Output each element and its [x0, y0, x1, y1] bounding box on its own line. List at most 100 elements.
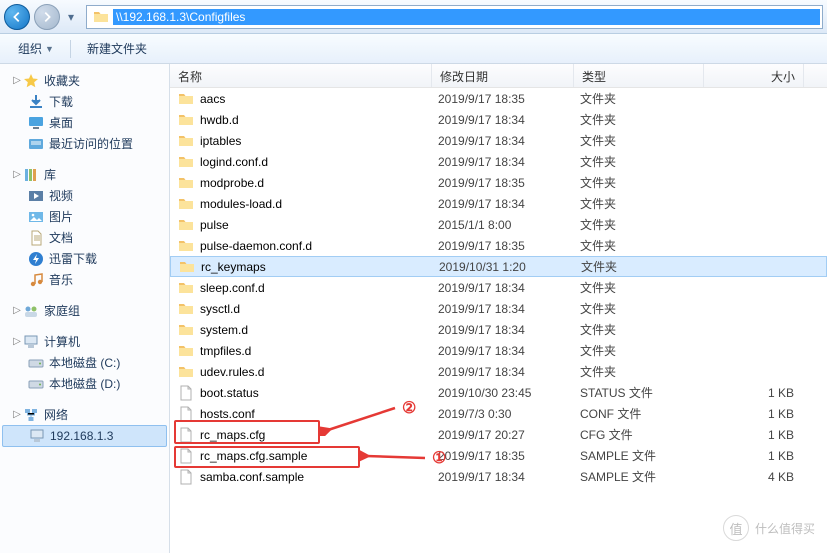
- folder-row[interactable]: tmpfiles.d2019/9/17 18:34文件夹: [170, 340, 827, 361]
- sidebar-item-libraries-1[interactable]: 图片: [2, 206, 167, 227]
- sidebar-item-computer-1[interactable]: 本地磁盘 (D:): [2, 373, 167, 394]
- new-folder-button[interactable]: 新建文件夹: [79, 36, 155, 61]
- folder-row[interactable]: rc_keymaps2019/10/31 1:20文件夹: [170, 256, 827, 277]
- file-name: logind.conf.d: [200, 155, 438, 169]
- sidebar-item-label: 192.168.1.3: [50, 429, 113, 443]
- file-type: 文件夹: [580, 342, 710, 359]
- sidebar-item-label: 本地磁盘 (C:): [49, 354, 120, 371]
- file-type: SAMPLE 文件: [580, 447, 710, 464]
- sidebar-item-label: 文档: [49, 229, 73, 246]
- file-date: 2019/9/17 18:34: [438, 113, 580, 127]
- address-path: \\192.168.1.3\Configfiles: [113, 9, 820, 25]
- sidebar-libraries[interactable]: ▷库: [2, 164, 167, 185]
- watermark-badge: 值: [723, 515, 749, 541]
- folder-row[interactable]: system.d2019/9/17 18:34文件夹: [170, 319, 827, 340]
- file-row[interactable]: boot.status2019/10/30 23:45STATUS 文件1 KB: [170, 382, 827, 403]
- file-row[interactable]: hosts.conf2019/7/3 0:30CONF 文件1 KB: [170, 403, 827, 424]
- sidebar-item-label: 最近访问的位置: [49, 135, 133, 152]
- sidebar-item-label: 视频: [49, 187, 73, 204]
- folder-row[interactable]: sysctl.d2019/9/17 18:34文件夹: [170, 298, 827, 319]
- toolbar-separator: [70, 40, 71, 58]
- file-type: STATUS 文件: [580, 384, 710, 401]
- file-type: 文件夹: [580, 90, 710, 107]
- file-type: 文件夹: [580, 363, 710, 380]
- toolbar: 组织▼ 新建文件夹: [0, 34, 827, 64]
- folder-row[interactable]: logind.conf.d2019/9/17 18:34文件夹: [170, 151, 827, 172]
- organize-menu[interactable]: 组织▼: [10, 36, 62, 61]
- folder-row[interactable]: modules-load.d2019/9/17 18:34文件夹: [170, 193, 827, 214]
- file-type: 文件夹: [581, 258, 711, 275]
- file-row[interactable]: rc_maps.cfg2019/9/17 20:27CFG 文件1 KB: [170, 424, 827, 445]
- file-name: rc_keymaps: [201, 260, 439, 274]
- sidebar-item-libraries-2[interactable]: 文档: [2, 227, 167, 248]
- sidebar-label: 计算机: [44, 333, 80, 350]
- sidebar-item-label: 本地磁盘 (D:): [49, 375, 120, 392]
- sidebar-item-favorites-2[interactable]: 最近访问的位置: [2, 133, 167, 154]
- folder-icon: [93, 9, 109, 25]
- navigation-pane: ▷收藏夹下载桌面最近访问的位置 ▷库视频图片文档迅雷下载音乐 ▷家庭组 ▷计算机本地磁…: [0, 64, 170, 553]
- file-date: 2019/9/17 18:35: [438, 176, 580, 190]
- folder-row[interactable]: udev.rules.d2019/9/17 18:34文件夹: [170, 361, 827, 382]
- column-type[interactable]: 类型: [574, 64, 704, 87]
- folder-row[interactable]: aacs2019/9/17 18:35文件夹: [170, 88, 827, 109]
- file-size: 1 KB: [710, 407, 802, 421]
- file-row[interactable]: rc_maps.cfg.sample2019/9/17 18:35SAMPLE …: [170, 445, 827, 466]
- watermark: 值 什么值得买: [723, 515, 815, 541]
- file-name: samba.conf.sample: [200, 470, 438, 484]
- file-type: 文件夹: [580, 132, 710, 149]
- sidebar-network[interactable]: ▷网络: [2, 404, 167, 425]
- file-name: modules-load.d: [200, 197, 438, 211]
- file-type: CFG 文件: [580, 426, 710, 443]
- folder-row[interactable]: pulse-daemon.conf.d2019/9/17 18:35文件夹: [170, 235, 827, 256]
- arrow-left-icon: [10, 10, 24, 24]
- file-date: 2019/9/17 18:34: [438, 302, 580, 316]
- file-type: CONF 文件: [580, 405, 710, 422]
- file-type: SAMPLE 文件: [580, 468, 710, 485]
- file-size: 1 KB: [710, 449, 802, 463]
- file-type: 文件夹: [580, 321, 710, 338]
- annotation-label-1: ①: [432, 448, 446, 468]
- sidebar-item-label: 图片: [49, 208, 73, 225]
- sidebar-label: 库: [44, 166, 56, 183]
- folder-row[interactable]: modprobe.d2019/9/17 18:35文件夹: [170, 172, 827, 193]
- file-name: sleep.conf.d: [200, 281, 438, 295]
- file-row[interactable]: samba.conf.sample2019/9/17 18:34SAMPLE 文…: [170, 466, 827, 487]
- file-date: 2019/9/17 18:34: [438, 155, 580, 169]
- file-date: 2019/9/17 18:35: [438, 92, 580, 106]
- file-name: pulse: [200, 218, 438, 232]
- sidebar-item-label: 音乐: [49, 271, 73, 288]
- file-list[interactable]: aacs2019/9/17 18:35文件夹hwdb.d2019/9/17 18…: [170, 88, 827, 544]
- history-dropdown[interactable]: ▾: [64, 6, 78, 28]
- forward-button[interactable]: [34, 4, 60, 30]
- sidebar-item-libraries-0[interactable]: 视频: [2, 185, 167, 206]
- file-type: 文件夹: [580, 216, 710, 233]
- file-date: 2019/9/17 18:34: [438, 344, 580, 358]
- folder-row[interactable]: sleep.conf.d2019/9/17 18:34文件夹: [170, 277, 827, 298]
- sidebar-homegroup[interactable]: ▷家庭组: [2, 300, 167, 321]
- sidebar-item-computer-0[interactable]: 本地磁盘 (C:): [2, 352, 167, 373]
- file-date: 2015/1/1 8:00: [438, 218, 580, 232]
- navigation-bar: ▾ \\192.168.1.3\Configfiles: [0, 0, 827, 34]
- sidebar-item-favorites-1[interactable]: 桌面: [2, 112, 167, 133]
- sidebar-favorites[interactable]: ▷收藏夹: [2, 70, 167, 91]
- sidebar-item-libraries-4[interactable]: 音乐: [2, 269, 167, 290]
- file-size: 1 KB: [710, 428, 802, 442]
- column-size[interactable]: 大小: [704, 64, 804, 87]
- file-date: 2019/9/17 18:34: [438, 197, 580, 211]
- sidebar-computer[interactable]: ▷计算机: [2, 331, 167, 352]
- file-name: pulse-daemon.conf.d: [200, 239, 438, 253]
- file-name: aacs: [200, 92, 438, 106]
- address-bar[interactable]: \\192.168.1.3\Configfiles: [86, 5, 823, 29]
- folder-row[interactable]: pulse2015/1/1 8:00文件夹: [170, 214, 827, 235]
- column-name[interactable]: 名称: [170, 64, 432, 87]
- folder-row[interactable]: hwdb.d2019/9/17 18:34文件夹: [170, 109, 827, 130]
- sidebar-item-network-0[interactable]: 192.168.1.3: [2, 425, 167, 447]
- column-date[interactable]: 修改日期: [432, 64, 574, 87]
- folder-row[interactable]: iptables2019/9/17 18:34文件夹: [170, 130, 827, 151]
- file-date: 2019/10/30 23:45: [438, 386, 580, 400]
- back-button[interactable]: [4, 4, 30, 30]
- file-name: hwdb.d: [200, 113, 438, 127]
- arrow-right-icon: [40, 10, 54, 24]
- sidebar-item-favorites-0[interactable]: 下载: [2, 91, 167, 112]
- sidebar-item-libraries-3[interactable]: 迅雷下载: [2, 248, 167, 269]
